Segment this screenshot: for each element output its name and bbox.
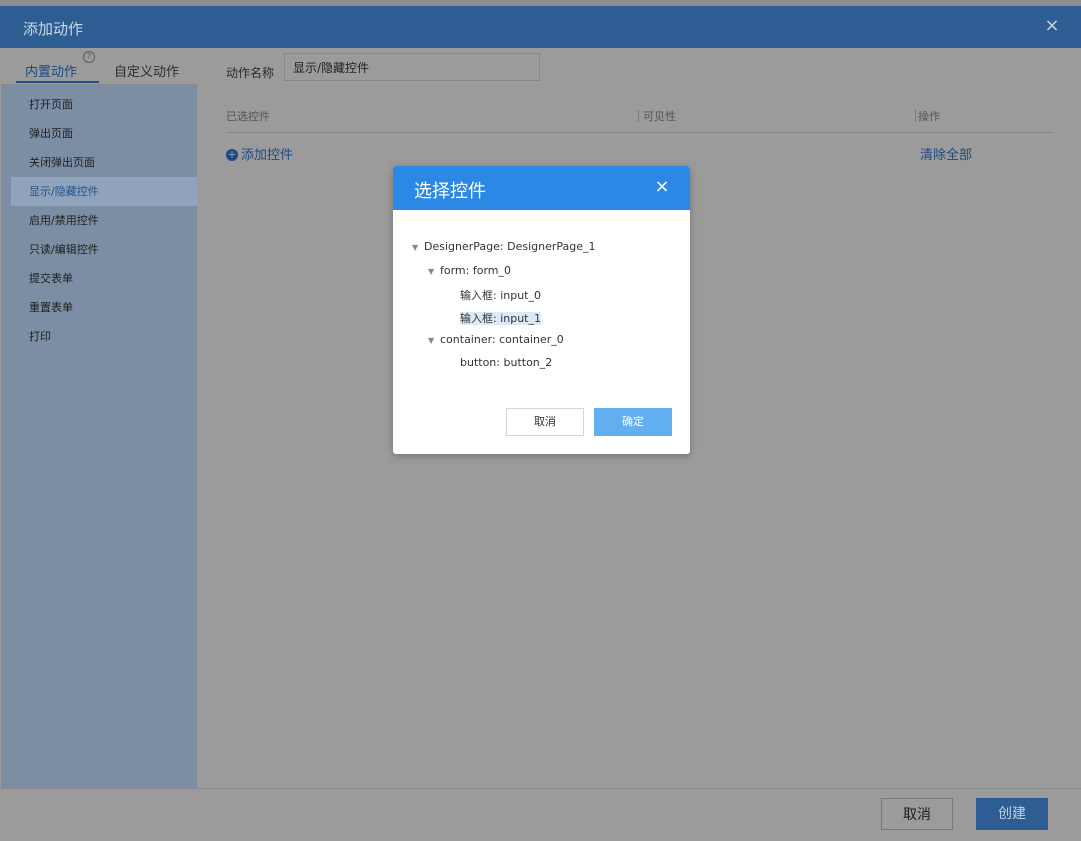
action-item-popup-page[interactable]: 弹出页面 [11,119,197,148]
column-divider [915,110,916,122]
column-divider [638,110,639,122]
modal-footer: 取消 创建 [0,788,1081,841]
tree-node-container[interactable]: ▼ container: container_0 [428,333,564,346]
tree-node-form[interactable]: ▼ form: form_0 [428,264,511,277]
tree-node-button[interactable]: button: button_2 [460,356,552,369]
action-item-submit-form[interactable]: 提交表单 [11,264,197,293]
tree-node-label: form: form_0 [440,264,511,277]
select-control-dialog: 选择控件 × ▼ DesignerPage: DesignerPage_1 ▼ fo… [393,166,690,454]
action-item-readonly-edit-control[interactable]: 只读/编辑控件 [11,235,197,264]
column-operation: 操作 [918,110,940,123]
action-item-reset-form[interactable]: 重置表单 [11,293,197,322]
action-name-label: 动作名称 [226,66,275,80]
dialog-header: 选择控件 × [393,166,690,210]
tree-node-designer-page[interactable]: ▼ DesignerPage: DesignerPage_1 [412,240,596,253]
action-list: 打开页面 弹出页面 关闭弹出页面 显示/隐藏控件 启用/禁用控件 只读/编辑控件… [11,90,197,351]
active-tab-indicator [16,81,99,83]
dialog-cancel-button[interactable]: 取消 [506,408,584,436]
tree-node-input-1[interactable]: 输入框: input_1 [460,310,541,326]
tree-node-input-0[interactable]: 输入框: input_0 [460,287,541,303]
tab-bar: 内置动作 ? 自定义动作 [1,48,197,85]
caret-down-icon[interactable]: ▼ [412,243,424,252]
action-item-print[interactable]: 打印 [11,322,197,351]
action-sidebar: 内置动作 ? 自定义动作 打开页面 弹出页面 关闭弹出页面 显示/隐藏控件 启用… [1,48,197,788]
add-control-label: 添加控件 [241,148,294,163]
selected-controls-table-header: 已选控件 可见性 操作 [226,108,1053,133]
dialog-title: 选择控件 [414,181,486,202]
add-circle-icon: + [226,148,238,161]
clear-all-link[interactable]: 清除全部 [920,144,972,163]
action-item-show-hide-control[interactable]: 显示/隐藏控件 [11,177,197,206]
tree-node-label: 输入框: input_1 [460,312,541,325]
tree-node-label: container: container_0 [440,333,564,346]
action-name-input[interactable] [284,53,540,81]
caret-down-icon[interactable]: ▼ [428,336,440,345]
dialog-ok-button[interactable]: 确定 [594,408,672,436]
tab-builtin-actions[interactable]: 内置动作 [25,61,77,80]
close-icon[interactable]: × [652,177,672,197]
column-selected-controls: 已选控件 [226,110,270,123]
action-item-open-page[interactable]: 打开页面 [11,90,197,119]
tree-node-label: button: button_2 [460,356,553,369]
column-visibility: 可见性 [643,110,676,123]
action-item-enable-disable-control[interactable]: 启用/禁用控件 [11,206,197,235]
tree-node-label: DesignerPage: DesignerPage_1 [424,240,596,253]
modal-title: 添加动作 [23,20,84,38]
tab-custom-actions[interactable]: 自定义动作 [114,61,179,80]
close-icon[interactable]: × [1041,15,1063,37]
tree-node-label: 输入框: input_0 [460,289,541,302]
cancel-button[interactable]: 取消 [881,798,953,830]
add-control-button[interactable]: + 添加控件 [226,144,293,163]
modal-header: 添加动作 × [0,6,1081,48]
help-icon[interactable]: ? [83,51,95,63]
action-item-close-popup[interactable]: 关闭弹出页面 [11,148,197,177]
caret-down-icon[interactable]: ▼ [428,267,440,276]
create-button[interactable]: 创建 [976,798,1048,830]
